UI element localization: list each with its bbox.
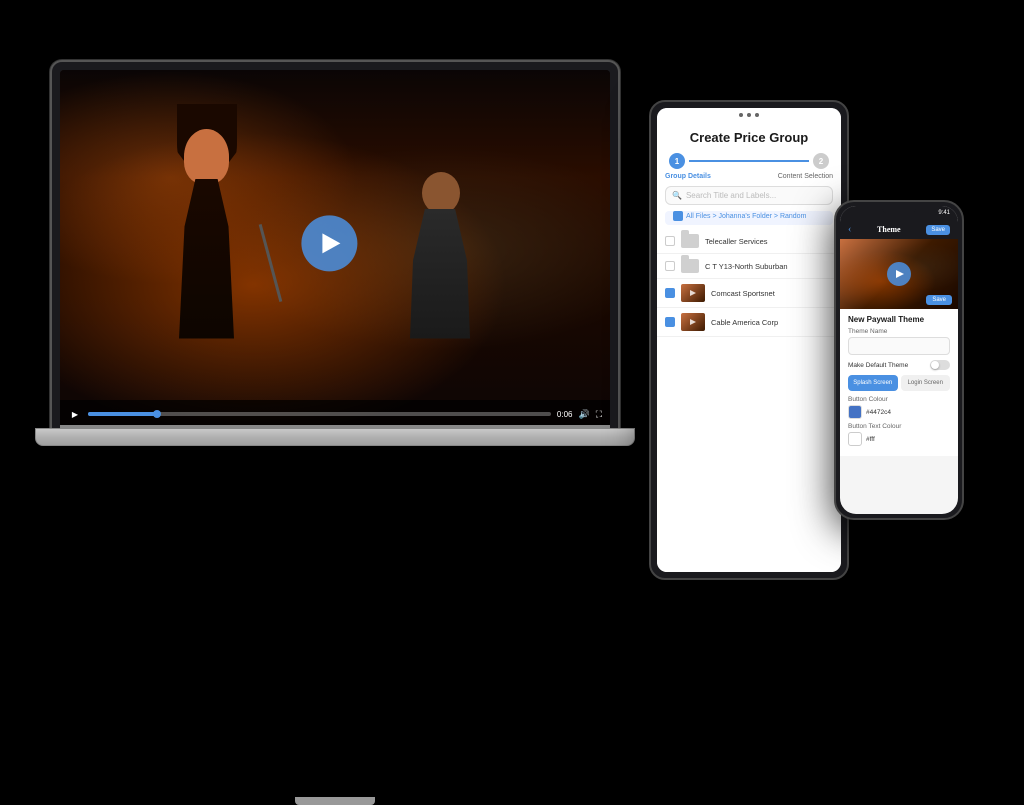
singer-figure	[159, 139, 289, 339]
phone-theme-name-input[interactable]	[848, 337, 950, 355]
phone-tab-splash[interactable]: Splash Screen	[848, 375, 898, 391]
tablet-content: Create Price Group 1 2 Group Details Con…	[657, 122, 841, 572]
tablet-search[interactable]: 🔍 Search Title and Labels...	[665, 186, 833, 205]
tablet: Create Price Group 1 2 Group Details Con…	[649, 100, 849, 580]
phone-toggle[interactable]	[930, 360, 950, 370]
file-play-icon-4	[690, 319, 696, 325]
phone-toggle-knob	[931, 361, 939, 369]
phone-tab-login[interactable]: Login Screen	[901, 375, 951, 391]
step-1-circle: 1	[669, 153, 685, 169]
file-checkbox-3[interactable]	[665, 288, 675, 298]
phone-screen: 9:41 ‹ Theme Save Save New Paywall Theme…	[840, 206, 958, 514]
phone-section-title: New Paywall Theme	[848, 315, 950, 324]
file-checkbox-4[interactable]	[665, 317, 675, 327]
phone-toggle-row: Make Default Theme	[848, 360, 950, 370]
phone-btn-color-label: Button Colour	[848, 396, 950, 403]
file-row: C T Y13-North Suburban	[657, 254, 841, 279]
breadcrumb-text: All Files > Johanna's Folder > Random	[686, 213, 806, 220]
laptop-bezel: ▶ 0:06 🔊 ⛶	[50, 60, 620, 430]
phone-theme-name-label: Theme Name	[848, 328, 950, 335]
file-name-1: Telecaller Services	[705, 237, 768, 246]
file-thumb-4	[681, 313, 705, 331]
laptop-screen: ▶ 0:06 🔊 ⛶	[60, 70, 610, 428]
phone-status-time: 9:41	[938, 210, 950, 216]
file-play-icon-3	[690, 290, 696, 296]
phone-tab-row: Splash Screen Login Screen	[848, 375, 950, 391]
video-controls: ▶ 0:06 🔊 ⛶	[60, 400, 610, 428]
file-row: Comcast Sportsnet	[657, 279, 841, 308]
step-2-label: Content Selection	[778, 173, 833, 180]
phone-header: ‹ Theme Save	[840, 220, 958, 239]
laptop: ▶ 0:06 🔊 ⛶	[50, 60, 640, 480]
play-icon	[322, 233, 340, 253]
singer-head	[184, 129, 229, 184]
guitarist-figure	[400, 179, 500, 339]
progress-track[interactable]	[88, 412, 551, 416]
tablet-screen: Create Price Group 1 2 Group Details Con…	[657, 108, 841, 572]
phone-content: New Paywall Theme Theme Name Make Defaul…	[840, 309, 958, 456]
laptop-base	[35, 428, 635, 446]
progress-thumb	[153, 410, 161, 418]
play-pause-button[interactable]: ▶	[68, 407, 82, 421]
singer-body	[179, 179, 234, 339]
phone-play-icon	[896, 270, 904, 278]
phone-button-text-color-swatch[interactable]	[848, 432, 862, 446]
file-row: Cable America Corp	[657, 308, 841, 337]
phone-video-thumbnail: Save	[840, 239, 958, 309]
file-thumb-3	[681, 284, 705, 302]
phone-button-color-value: #4472c4	[866, 409, 891, 416]
volume-icon[interactable]: 🔊	[578, 409, 589, 420]
guitarist-head	[422, 172, 460, 214]
file-name-4: Cable America Corp	[711, 318, 778, 327]
phone-btn-text-color-label: Button Text Colour	[848, 423, 950, 430]
guitarist-body	[410, 209, 470, 339]
phone-button-text-color-value: #fff	[866, 436, 875, 443]
breadcrumb: All Files > Johanna's Folder > Random	[665, 211, 833, 225]
step-line	[689, 160, 809, 162]
step-2-circle: 2	[813, 153, 829, 169]
progress-fill	[88, 412, 157, 416]
phone-play-button[interactable]	[887, 262, 911, 286]
scene: ▶ 0:06 🔊 ⛶	[0, 0, 1024, 683]
phone-toggle-label: Make Default Theme	[848, 362, 908, 369]
step-1-label: Group Details	[665, 173, 711, 180]
play-button[interactable]	[301, 215, 357, 271]
file-checkbox-2[interactable]	[665, 261, 675, 271]
phone-thumbnail-save[interactable]: Save	[926, 295, 952, 305]
phone: 9:41 ‹ Theme Save Save New Paywall Theme…	[834, 200, 964, 520]
phone-header-title: Theme	[877, 225, 901, 234]
phone-button-text-color-row: #fff	[848, 432, 950, 446]
step-labels: Group Details Content Selection	[657, 173, 841, 180]
tablet-status-bar	[657, 108, 841, 122]
phone-button-color-row: #4472c4	[848, 405, 950, 419]
phone-save-button[interactable]: Save	[926, 225, 950, 235]
laptop-notch	[295, 797, 375, 805]
phone-button-color-swatch[interactable]	[848, 405, 862, 419]
tablet-title: Create Price Group	[657, 122, 841, 149]
file-thumb-play-3	[681, 284, 705, 302]
status-dot-2	[747, 113, 751, 117]
file-name-3: Comcast Sportsnet	[711, 289, 775, 298]
file-thumb-play-4	[681, 313, 705, 331]
file-checkbox-1[interactable]	[665, 236, 675, 246]
fullscreen-icon[interactable]: ⛶	[596, 409, 602, 420]
file-row: Telecaller Services	[657, 229, 841, 254]
search-icon: 🔍	[672, 191, 682, 200]
search-placeholder: Search Title and Labels...	[686, 191, 776, 200]
laptop-video: ▶ 0:06 🔊 ⛶	[60, 70, 610, 428]
breadcrumb-checkbox[interactable]	[673, 211, 683, 221]
time-display: 0:06	[557, 410, 573, 419]
folder-icon-2	[681, 259, 699, 273]
file-name-2: C T Y13-North Suburban	[705, 262, 788, 271]
phone-back-button[interactable]: ‹	[848, 224, 851, 235]
status-dot-3	[755, 113, 759, 117]
tablet-steps: 1 2	[657, 149, 841, 173]
folder-icon-1	[681, 234, 699, 248]
status-dot-1	[739, 113, 743, 117]
phone-notch	[882, 202, 917, 214]
